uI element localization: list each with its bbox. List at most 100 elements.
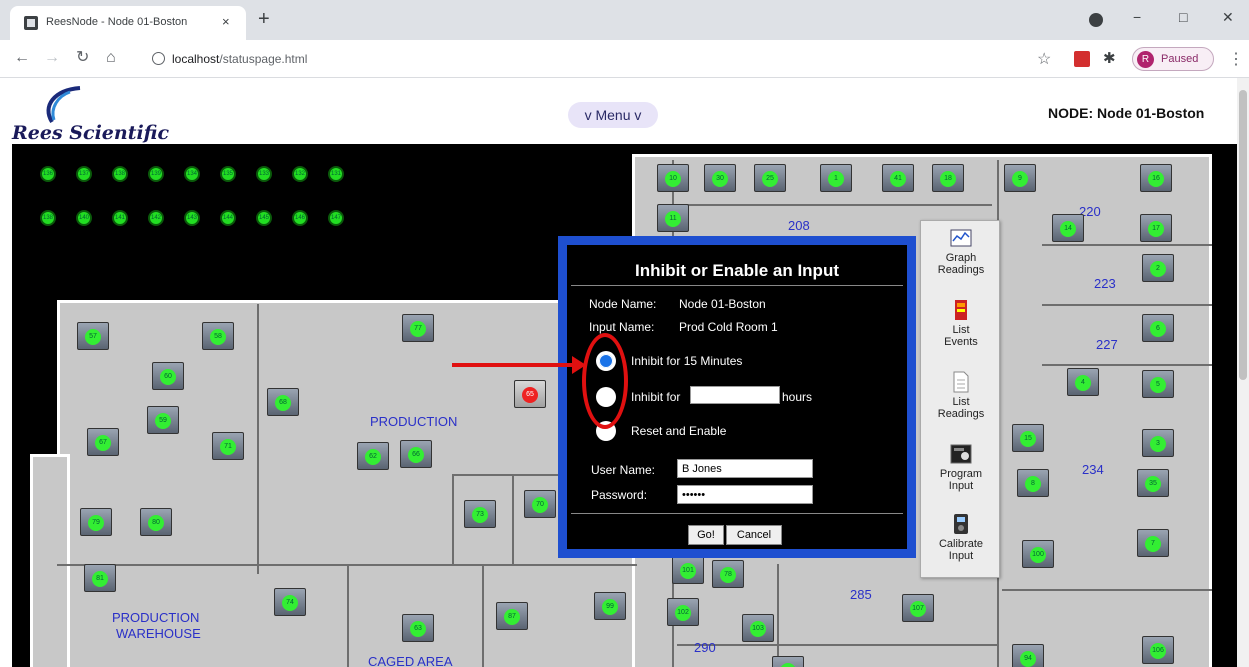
calibrate-input-button[interactable]: Calibrate Input [921, 513, 1001, 562]
sensor[interactable]: 81 [84, 564, 116, 592]
user-name-field[interactable] [677, 459, 813, 478]
inhibit-15-min-label: Inhibit for 15 Minutes [631, 354, 743, 368]
cancel-button[interactable]: Cancel [726, 525, 782, 545]
sensor[interactable]: 17 [1140, 214, 1172, 242]
sensor[interactable]: 106 [1142, 636, 1174, 664]
sensor[interactable]: 10 [657, 164, 689, 192]
hours-input[interactable] [690, 386, 780, 404]
sensor[interactable]: 78 [712, 560, 744, 588]
sensor[interactable]: 87 [496, 602, 528, 630]
sensor[interactable]: 7 [1137, 529, 1169, 557]
sensor[interactable]: 67 [87, 428, 119, 456]
minimize-button[interactable]: − [1133, 9, 1141, 25]
list-events-button[interactable]: List Events [921, 299, 1001, 348]
status-dot[interactable]: 131 [328, 166, 344, 182]
sensor[interactable]: 12 [772, 656, 804, 667]
alarm-sensor[interactable]: 65 [514, 380, 546, 408]
status-dot[interactable]: 139 [148, 166, 164, 182]
status-dot[interactable]: 142 [148, 210, 164, 226]
sensor[interactable]: 15 [1012, 424, 1044, 452]
pdf-extension-icon[interactable] [1074, 51, 1090, 67]
sensor[interactable]: 60 [152, 362, 184, 390]
status-dot[interactable]: 141 [112, 210, 128, 226]
sensor[interactable]: 8 [1017, 469, 1049, 497]
chrome-media-icon[interactable] [1089, 13, 1103, 27]
sensor[interactable]: 103 [742, 614, 774, 642]
sensor[interactable]: 68 [267, 388, 299, 416]
sensor[interactable]: 3 [1142, 429, 1174, 457]
sensor[interactable]: 6 [1142, 314, 1174, 342]
extensions-puzzle-icon[interactable]: ✱ [1103, 49, 1116, 67]
sensor[interactable]: 5 [1142, 370, 1174, 398]
sensor[interactable]: 57 [77, 322, 109, 350]
status-dot[interactable]: 137 [76, 166, 92, 182]
sensor[interactable]: 16 [1140, 164, 1172, 192]
sensor[interactable]: 70 [524, 490, 556, 518]
tab-close-icon[interactable]: × [222, 14, 230, 29]
close-window-button[interactable]: ✕ [1222, 9, 1234, 26]
sensor[interactable]: 100 [1022, 540, 1054, 568]
sensor[interactable]: 62 [357, 442, 389, 470]
sensor[interactable]: 9 [1004, 164, 1036, 192]
sensor[interactable]: 80 [140, 508, 172, 536]
sensor[interactable]: 30 [704, 164, 736, 192]
sensor[interactable]: 99 [594, 592, 626, 620]
sensor[interactable]: 14 [1052, 214, 1084, 242]
menu-button[interactable]: v Menu v [568, 102, 658, 128]
sensor[interactable]: 11 [657, 204, 689, 232]
status-dot[interactable]: 146 [292, 210, 308, 226]
profile-button[interactable]: R Paused [1132, 47, 1214, 71]
browser-tab[interactable]: ReesNode - Node 01-Boston × [10, 6, 246, 40]
sensor[interactable]: 35 [1137, 469, 1169, 497]
sensor[interactable]: 25 [754, 164, 786, 192]
sensor[interactable]: 73 [464, 500, 496, 528]
sensor[interactable]: 107 [902, 594, 934, 622]
program-input-button[interactable]: Program Input [921, 443, 1001, 492]
status-dot[interactable]: 135 [220, 166, 236, 182]
password-field[interactable] [677, 485, 813, 504]
status-dot[interactable]: 145 [256, 210, 272, 226]
scrollbar-thumb[interactable] [1239, 90, 1247, 380]
sensor[interactable]: 77 [402, 314, 434, 342]
status-dot[interactable]: 147 [328, 210, 344, 226]
sensor[interactable]: 102 [667, 598, 699, 626]
address-bar[interactable]: localhost/statuspage.html [138, 45, 1068, 73]
sensor[interactable]: 74 [274, 588, 306, 616]
status-dot[interactable]: 132 [292, 166, 308, 182]
sensor[interactable]: 63 [402, 614, 434, 642]
status-dot[interactable]: 136 [40, 166, 56, 182]
forward-arrow-icon[interactable]: → [44, 50, 60, 66]
go-button[interactable]: Go! [688, 525, 724, 545]
browser-menu-icon[interactable]: ⋮ [1228, 49, 1244, 69]
reload-icon[interactable]: ↻ [76, 50, 89, 66]
list-readings-button[interactable]: List Readings [921, 371, 1001, 420]
sensor[interactable]: 59 [147, 406, 179, 434]
sensor[interactable]: 79 [80, 508, 112, 536]
status-dot[interactable]: 133 [256, 166, 272, 182]
status-dot[interactable]: 140 [76, 210, 92, 226]
page-scrollbar[interactable] [1237, 78, 1249, 667]
status-dot[interactable]: 143 [184, 210, 200, 226]
restore-button[interactable]: □ [1179, 9, 1187, 25]
calibrate-input-line2: Input [948, 550, 974, 562]
sensor[interactable]: 94 [1012, 644, 1044, 667]
back-arrow-icon[interactable]: ← [14, 50, 30, 66]
sensor[interactable]: 18 [932, 164, 964, 192]
bookmark-star-icon[interactable]: ☆ [1037, 49, 1051, 69]
sensor[interactable]: 58 [202, 322, 234, 350]
new-tab-button[interactable]: + [258, 9, 270, 29]
sensor[interactable]: 101 [672, 556, 704, 584]
status-dot[interactable]: 138 [112, 166, 128, 182]
sensor[interactable]: 1 [820, 164, 852, 192]
status-dot[interactable]: 144 [220, 210, 236, 226]
sensor[interactable]: 41 [882, 164, 914, 192]
graph-readings-button[interactable]: Graph Readings [921, 227, 1001, 276]
sensor[interactable]: 2 [1142, 254, 1174, 282]
home-icon[interactable]: ⌂ [106, 50, 116, 66]
sensor[interactable]: 71 [212, 432, 244, 460]
status-dot[interactable]: 134 [184, 166, 200, 182]
site-info-icon[interactable] [152, 52, 165, 65]
status-dot[interactable]: 138 [40, 210, 56, 226]
sensor[interactable]: 66 [400, 440, 432, 468]
sensor[interactable]: 4 [1067, 368, 1099, 396]
